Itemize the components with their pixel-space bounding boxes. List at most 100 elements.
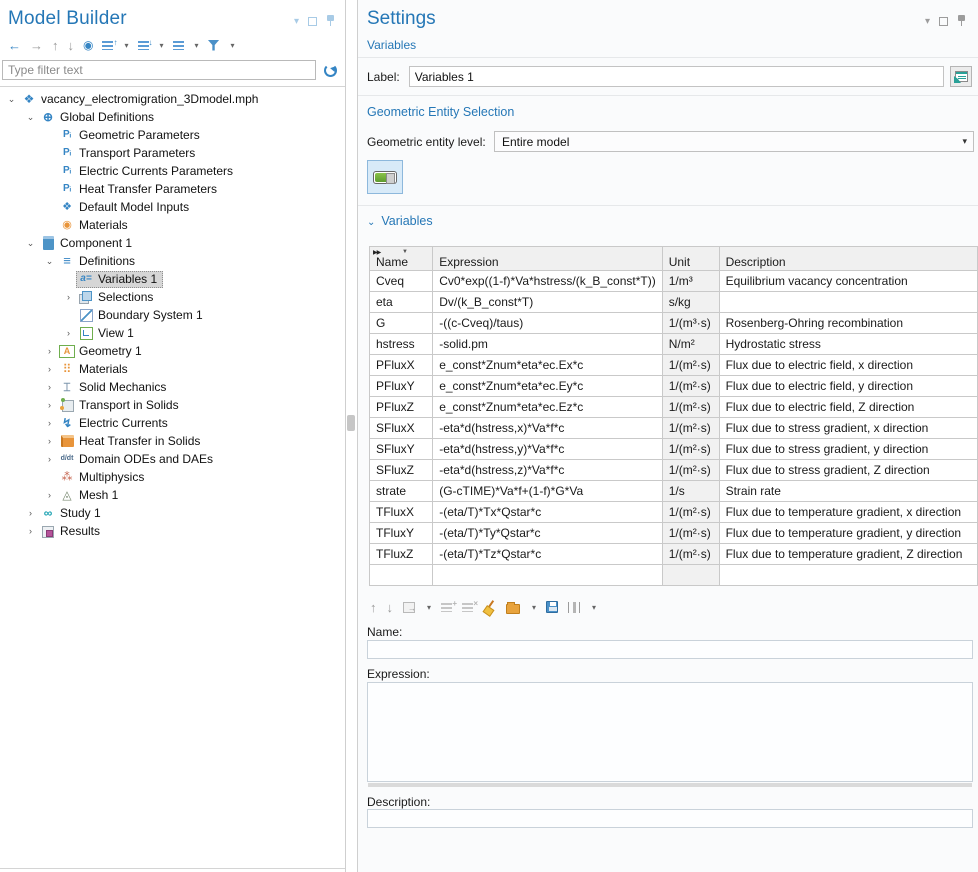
chevron-expanded-icon[interactable]: ⌄ [42, 256, 57, 267]
tree-item-content[interactable]: Heat Transfer in Solids [57, 433, 206, 450]
label-input[interactable] [409, 66, 944, 87]
tree-item-study-1[interactable]: ›∞Study 1 [0, 504, 345, 522]
tree-item-content[interactable]: ⊕Global Definitions [38, 109, 160, 126]
chevron-expanded-icon[interactable]: ⌄ [23, 238, 38, 249]
tree-item-content[interactable]: View 1 [76, 325, 140, 342]
tree-item-heat-transfer-in-solids[interactable]: ›Heat Transfer in Solids [0, 432, 345, 450]
forward-button[interactable]: → [30, 37, 43, 53]
column-header-description[interactable]: Description [719, 247, 977, 271]
clear-table-icon[interactable] [483, 600, 496, 614]
column-header-unit[interactable]: Unit [662, 247, 719, 271]
node-label-button[interactable] [173, 37, 184, 53]
tree-item-content[interactable]: PᵢTransport Parameters [57, 145, 201, 162]
edit-columns-icon[interactable] [568, 602, 580, 613]
tree-item-geometry-1[interactable]: ›AGeometry 1 [0, 342, 345, 360]
variable-unit-cell[interactable]: 1/s [662, 481, 719, 502]
tree-item-boundary-system-1[interactable]: Boundary System 1 [0, 306, 345, 324]
variable-unit-cell[interactable]: s/kg [662, 292, 719, 313]
variable-description-cell[interactable]: Flux due to electric field, y direction [719, 376, 977, 397]
variable-expression-cell[interactable]: e_const*Znum*eta*ec.Ex*c [433, 355, 663, 376]
variable-description-cell[interactable]: Flux due to temperature gradient, Z dire… [719, 544, 977, 565]
tree-item-global-definitions[interactable]: ⌄⊕Global Definitions [0, 108, 345, 126]
variable-unit-cell[interactable]: 1/(m²·s) [662, 397, 719, 418]
variable-expression-cell[interactable]: Dv/(k_B_const*T) [433, 292, 663, 313]
variable-unit-cell[interactable]: 1/(m²·s) [662, 418, 719, 439]
variable-expression-cell[interactable]: -solid.pm [433, 334, 663, 355]
chevron-collapsed-icon[interactable]: › [42, 490, 57, 500]
show-label-button[interactable] [950, 66, 972, 87]
variable-unit-cell[interactable] [662, 565, 719, 586]
chevron-collapsed-icon[interactable]: › [61, 328, 76, 338]
variable-description-cell[interactable]: Flux due to stress gradient, y direction [719, 439, 977, 460]
dropdown-caret[interactable]: ▾ [231, 41, 235, 50]
tree-item-default-model-inputs[interactable]: ❖Default Model Inputs [0, 198, 345, 216]
variable-unit-cell[interactable]: 1/(m³·s) [662, 313, 719, 334]
dropdown-caret[interactable]: ▾ [532, 603, 536, 612]
variable-description-cell[interactable]: Flux due to temperature gradient, x dire… [719, 502, 977, 523]
expand-all-button[interactable]: ↑ [102, 37, 113, 53]
tree-item-content[interactable]: a=Variables 1 [76, 271, 163, 288]
load-from-file-icon[interactable] [506, 604, 520, 614]
chevron-expanded-icon[interactable]: ⌄ [4, 94, 19, 105]
pin-icon[interactable] [326, 15, 335, 28]
variable-expression-cell[interactable] [433, 565, 663, 586]
add-row-icon[interactable]: + [441, 603, 452, 612]
tree-item-content[interactable]: PᵢGeometric Parameters [57, 127, 206, 144]
float-window-icon[interactable] [939, 17, 948, 26]
float-window-icon[interactable] [308, 17, 317, 26]
pin-icon[interactable] [957, 15, 966, 28]
dropdown-caret[interactable]: ▾ [592, 603, 596, 612]
tree-item-electric-currents-parameters[interactable]: PᵢElectric Currents Parameters [0, 162, 345, 180]
variable-name-cell[interactable]: PFluxX [370, 355, 433, 376]
tree-item-content[interactable]: ❖vacancy_electromigration_3Dmodel.mph [19, 91, 264, 108]
active-selection-toggle-button[interactable] [367, 160, 403, 194]
section-collapse-icon[interactable]: ⌄ [367, 217, 375, 228]
variable-unit-cell[interactable]: 1/m³ [662, 271, 719, 292]
variable-name-cell[interactable]: TFluxZ [370, 544, 433, 565]
tree-item-content[interactable]: ≡Definitions [57, 253, 141, 270]
variable-unit-cell[interactable]: 1/(m²·s) [662, 376, 719, 397]
tree-item-content[interactable]: Results [38, 523, 106, 540]
tree-item-content[interactable]: ◉Materials [57, 217, 134, 234]
filter-button[interactable] [208, 37, 220, 53]
panel-menu-icon[interactable]: ▾ [925, 17, 930, 27]
tree-item-content[interactable]: Component 1 [38, 235, 138, 252]
tree-item-content[interactable]: Boundary System 1 [76, 307, 209, 324]
variable-name-cell[interactable]: G [370, 313, 433, 334]
variable-description-cell[interactable]: Flux due to electric field, x direction [719, 355, 977, 376]
tree-item-content[interactable]: ⠿Materials [57, 361, 134, 378]
geometric-entity-level-select[interactable]: Entire model ▾ [494, 131, 974, 152]
tree-item-content[interactable]: PᵢHeat Transfer Parameters [57, 181, 223, 198]
expression-scrollbar[interactable] [368, 783, 972, 787]
tree-item-content[interactable]: ◬Mesh 1 [57, 487, 124, 504]
variable-expression-cell[interactable]: e_const*Znum*eta*ec.Ez*c [433, 397, 663, 418]
variable-description-cell[interactable] [719, 565, 977, 586]
dropdown-caret[interactable]: ▾ [427, 603, 431, 612]
variable-description-cell[interactable] [719, 292, 977, 313]
tree-item-content[interactable]: ↯Electric Currents [57, 415, 174, 432]
dropdown-caret[interactable]: ▾ [195, 41, 199, 50]
tree-item-content[interactable]: ⁂Multiphysics [57, 469, 150, 486]
chevron-collapsed-icon[interactable]: › [42, 364, 57, 374]
show-options-icon[interactable]: ◉ [83, 37, 93, 53]
variable-name-cell[interactable]: Cveq [370, 271, 433, 292]
tree-item-geometric-parameters[interactable]: PᵢGeometric Parameters [0, 126, 345, 144]
variable-description-cell[interactable]: Rosenberg-Ohring recombination [719, 313, 977, 334]
variable-name-cell[interactable] [370, 565, 433, 586]
row-move-up-button[interactable]: ↑ [370, 599, 377, 615]
variable-expression-cell[interactable]: -eta*d(hstress,z)*Va*f*c [433, 460, 663, 481]
variable-expression-cell[interactable]: Cv0*exp((1-f)*Va*hstress/(k_B_const*T)) [433, 271, 663, 292]
dropdown-caret[interactable]: ▾ [160, 41, 164, 50]
variable-name-cell[interactable]: SFluxZ [370, 460, 433, 481]
variable-unit-cell[interactable]: 1/(m²·s) [662, 460, 719, 481]
chevron-collapsed-icon[interactable]: › [42, 418, 57, 428]
chevron-collapsed-icon[interactable]: › [42, 400, 57, 410]
variable-expression-cell[interactable]: -eta*d(hstress,x)*Va*f*c [433, 418, 663, 439]
tree-item-domain-odes-and-daes[interactable]: ›d/dtDomain ODEs and DAEs [0, 450, 345, 468]
delete-row-icon[interactable]: × [462, 603, 473, 612]
variable-description-cell[interactable]: Flux due to stress gradient, x direction [719, 418, 977, 439]
variable-name-cell[interactable]: eta [370, 292, 433, 313]
tree-item-content[interactable]: AGeometry 1 [57, 343, 148, 360]
variable-name-cell[interactable]: SFluxY [370, 439, 433, 460]
chevron-expanded-icon[interactable]: ⌄ [23, 112, 38, 123]
